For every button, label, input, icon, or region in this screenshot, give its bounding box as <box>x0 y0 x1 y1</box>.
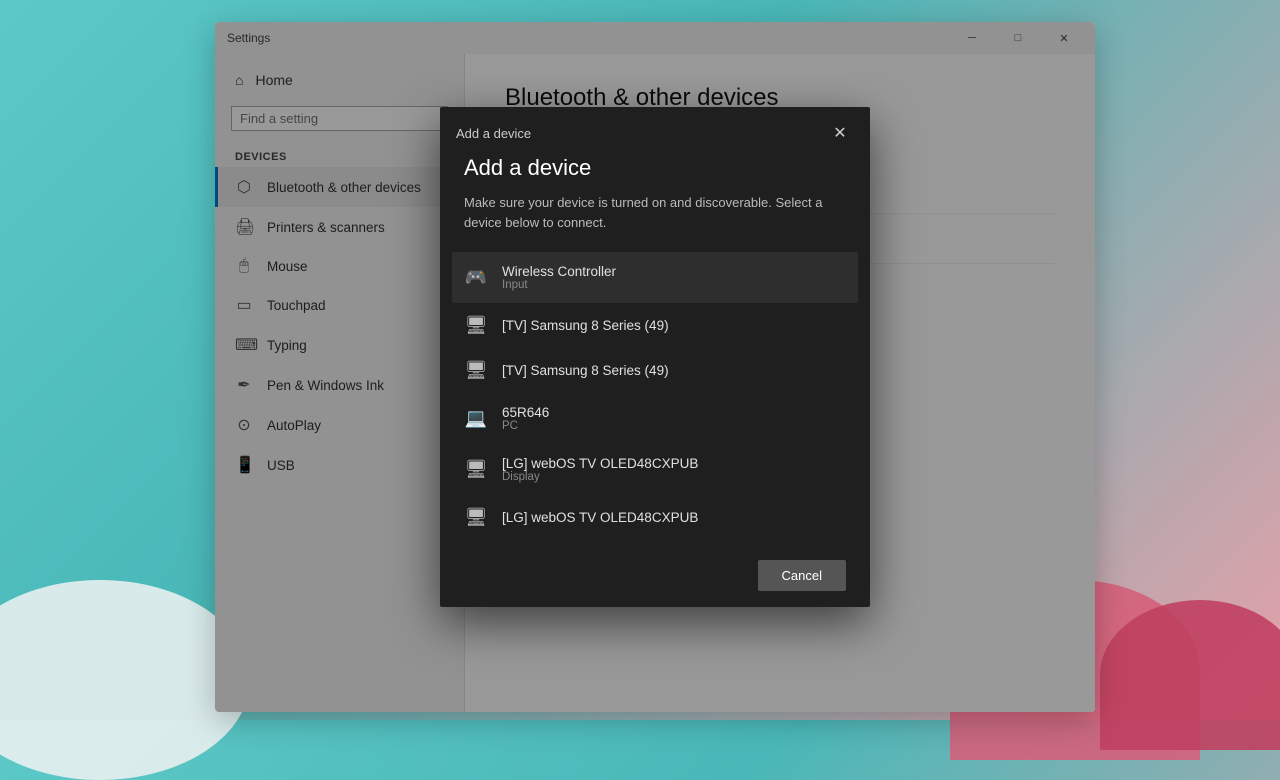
modal-device-icon-1: 🖥 <box>464 315 488 336</box>
modal-device-sub-4: Display <box>502 471 698 483</box>
modal-device-name-5: [LG] webOS TV OLED48CXPUB <box>502 510 698 525</box>
modal-device-info-1: [TV] Samsung 8 Series (49) <box>502 318 669 333</box>
modal-device-name-0: Wireless Controller <box>502 264 616 279</box>
modal-device-icon-4: 🖥 <box>464 459 488 480</box>
modal-device-info-2: [TV] Samsung 8 Series (49) <box>502 363 669 378</box>
add-device-modal: Add a device ✕ Add a device Make sure yo… <box>440 107 870 607</box>
modal-title: Add a device <box>464 155 846 181</box>
modal-device-name-1: [TV] Samsung 8 Series (49) <box>502 318 669 333</box>
modal-titlebar-text: Add a device <box>456 126 531 141</box>
modal-device-info-4: [LG] webOS TV OLED48CXPUB Display <box>502 456 698 483</box>
modal-device-icon-3: 💻 <box>464 408 488 429</box>
modal-device-name-4: [LG] webOS TV OLED48CXPUB <box>502 456 698 471</box>
modal-device-name-3: 65R646 <box>502 405 549 420</box>
modal-body: Add a device Make sure your device is tu… <box>440 155 870 548</box>
modal-device-item-1[interactable]: 🖥 [TV] Samsung 8 Series (49) <box>452 303 858 348</box>
modal-device-info-0: Wireless Controller Input <box>502 264 616 291</box>
modal-device-item-4[interactable]: 🖥 [LG] webOS TV OLED48CXPUB Display <box>452 444 858 495</box>
modal-device-list: 🎮 Wireless Controller Input 🖥 [TV] Samsu… <box>464 252 846 548</box>
modal-device-item-5[interactable]: 🖥 [LG] webOS TV OLED48CXPUB <box>452 495 858 540</box>
modal-device-info-3: 65R646 PC <box>502 405 549 432</box>
modal-device-sub-3: PC <box>502 420 549 432</box>
modal-device-icon-2: 🖥 <box>464 360 488 381</box>
modal-device-item-2[interactable]: 🖥 [TV] Samsung 8 Series (49) <box>452 348 858 393</box>
modal-footer: Cancel <box>440 548 870 607</box>
modal-device-item-3[interactable]: 💻 65R646 PC <box>452 393 858 444</box>
modal-device-icon-5: 🖥 <box>464 507 488 528</box>
modal-device-icon-0: 🎮 <box>464 267 488 288</box>
bg-decoration-right2 <box>1100 600 1280 750</box>
modal-device-name-2: [TV] Samsung 8 Series (49) <box>502 363 669 378</box>
modal-device-info-5: [LG] webOS TV OLED48CXPUB <box>502 510 698 525</box>
modal-overlay: Add a device ✕ Add a device Make sure yo… <box>215 22 1095 712</box>
modal-device-sub-0: Input <box>502 279 616 291</box>
cancel-button[interactable]: Cancel <box>758 560 846 591</box>
modal-titlebar: Add a device ✕ <box>440 107 870 155</box>
settings-window: Settings ─ □ ✕ ⌂ Home Devices ⬡ Bluetoot… <box>215 22 1095 712</box>
bg-decoration-left <box>0 580 250 780</box>
modal-device-item-0[interactable]: 🎮 Wireless Controller Input <box>452 252 858 303</box>
modal-device-item-6[interactable]: 🖥 Unknown device <box>452 540 858 548</box>
modal-description: Make sure your device is turned on and d… <box>464 193 846 232</box>
modal-close-button[interactable]: ✕ <box>826 119 854 147</box>
